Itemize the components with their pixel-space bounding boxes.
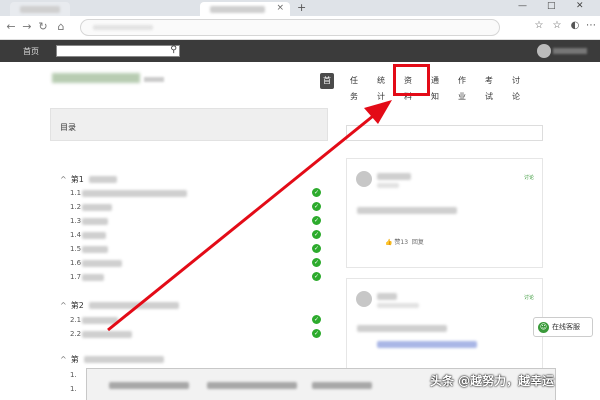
- site-search-input[interactable]: ⚲: [56, 45, 180, 57]
- check-icon: ✓: [312, 230, 321, 239]
- list-item[interactable]: 1.6: [70, 258, 122, 268]
- online-support-button[interactable]: ☺ 在线客服: [533, 317, 593, 337]
- url-bar[interactable]: [80, 19, 500, 36]
- list-item[interactable]: 2.2: [70, 329, 132, 339]
- materials-highlight-box: [393, 64, 430, 96]
- favorites-icon[interactable]: ☆: [550, 20, 564, 31]
- thumbs-up-icon: 👍: [385, 239, 393, 246]
- back-arrow-icon[interactable]: ←: [4, 20, 18, 33]
- chapter-1[interactable]: ^ 第1: [60, 174, 118, 185]
- chat-icon: ☺: [538, 322, 549, 333]
- chapter-2[interactable]: ^ 第2: [60, 300, 180, 311]
- list-item[interactable]: 1.5: [70, 244, 108, 254]
- list-item[interactable]: 1.2: [70, 202, 112, 212]
- watermark: 头条 @越努力，越幸运: [430, 374, 555, 388]
- search-icon[interactable]: ⚲: [170, 45, 177, 55]
- reply-link[interactable]: 回复: [412, 239, 424, 246]
- site-header: 首页 ⚲: [0, 40, 600, 62]
- profile-icon[interactable]: ◐: [568, 20, 582, 31]
- forward-arrow-icon[interactable]: →: [20, 20, 34, 33]
- discussion-card[interactable]: 讨论: [346, 278, 543, 378]
- browser-tab[interactable]: [10, 2, 70, 16]
- list-item[interactable]: 1.3: [70, 216, 108, 226]
- check-icon: ✓: [312, 272, 321, 281]
- toc-title: 目录: [60, 123, 76, 132]
- check-icon: ✓: [312, 216, 321, 225]
- check-icon: ✓: [312, 315, 321, 324]
- close-window-button[interactable]: ✕: [576, 1, 584, 11]
- browser-tab-strip: × + — □ ✕: [0, 0, 600, 16]
- list-item[interactable]: 1.1: [70, 188, 187, 198]
- check-icon: ✓: [312, 188, 321, 197]
- minimize-button[interactable]: —: [518, 1, 527, 11]
- star-icon[interactable]: ☆: [532, 20, 546, 31]
- toc-header: 目录: [50, 108, 328, 141]
- refresh-icon[interactable]: ↻: [36, 20, 50, 33]
- like-button[interactable]: 👍 赞13 回复: [385, 237, 424, 246]
- home-icon[interactable]: ⌂: [54, 20, 68, 33]
- tab-tasks[interactable]: 任务: [347, 73, 361, 101]
- list-item[interactable]: 1.7: [70, 272, 104, 282]
- toc-panel: 目录 ^ 第1 1.1 1.2 1.3 1.4 1.5 1.6 1.7 ✓ ✓ ✓…: [50, 108, 328, 400]
- new-tab-button[interactable]: +: [297, 1, 306, 14]
- course-title-redacted: [52, 73, 140, 83]
- avatar[interactable]: [356, 291, 372, 307]
- list-item[interactable]: 1.4: [70, 230, 106, 240]
- tab-close-icon[interactable]: ×: [276, 3, 284, 13]
- more-menu-icon[interactable]: ⋯: [584, 20, 598, 31]
- discussion-card[interactable]: 讨论 👍 赞13 回复: [346, 158, 543, 268]
- tab-discussion[interactable]: 讨论: [509, 73, 523, 101]
- tab-exams[interactable]: 考试: [482, 73, 496, 101]
- discussion-tag: 讨论: [523, 295, 534, 301]
- avatar[interactable]: [537, 44, 551, 58]
- tab-home[interactable]: 首页: [320, 73, 334, 101]
- maximize-button[interactable]: □: [547, 1, 556, 11]
- avatar[interactable]: [356, 171, 372, 187]
- check-icon: ✓: [312, 202, 321, 211]
- address-toolbar: ← → ↻ ⌂ ☆ ☆ ◐ ⋯: [0, 16, 600, 40]
- list-item[interactable]: 1.: [70, 384, 82, 394]
- check-icon: ✓: [312, 244, 321, 253]
- user-name-redacted[interactable]: [553, 48, 587, 54]
- list-item[interactable]: 1.: [70, 370, 82, 380]
- discussion-tag: 讨论: [523, 175, 534, 181]
- browser-tab-active[interactable]: ×: [200, 2, 290, 16]
- chevron-up-icon[interactable]: ^: [60, 301, 67, 310]
- chevron-up-icon[interactable]: ^: [60, 175, 67, 184]
- check-icon: ✓: [312, 258, 321, 267]
- tab-stats[interactable]: 统计: [374, 73, 388, 101]
- tab-notices[interactable]: 通知: [428, 73, 442, 101]
- check-icon: ✓: [312, 329, 321, 338]
- course-subtitle-redacted: [144, 77, 164, 82]
- chapter-3[interactable]: ^ 第: [60, 354, 165, 365]
- chevron-up-icon[interactable]: ^: [60, 355, 67, 364]
- tab-homework[interactable]: 作业: [455, 73, 469, 101]
- home-link[interactable]: 首页: [23, 46, 39, 57]
- feed-search-input[interactable]: [346, 125, 543, 141]
- list-item[interactable]: 2.1: [70, 315, 118, 325]
